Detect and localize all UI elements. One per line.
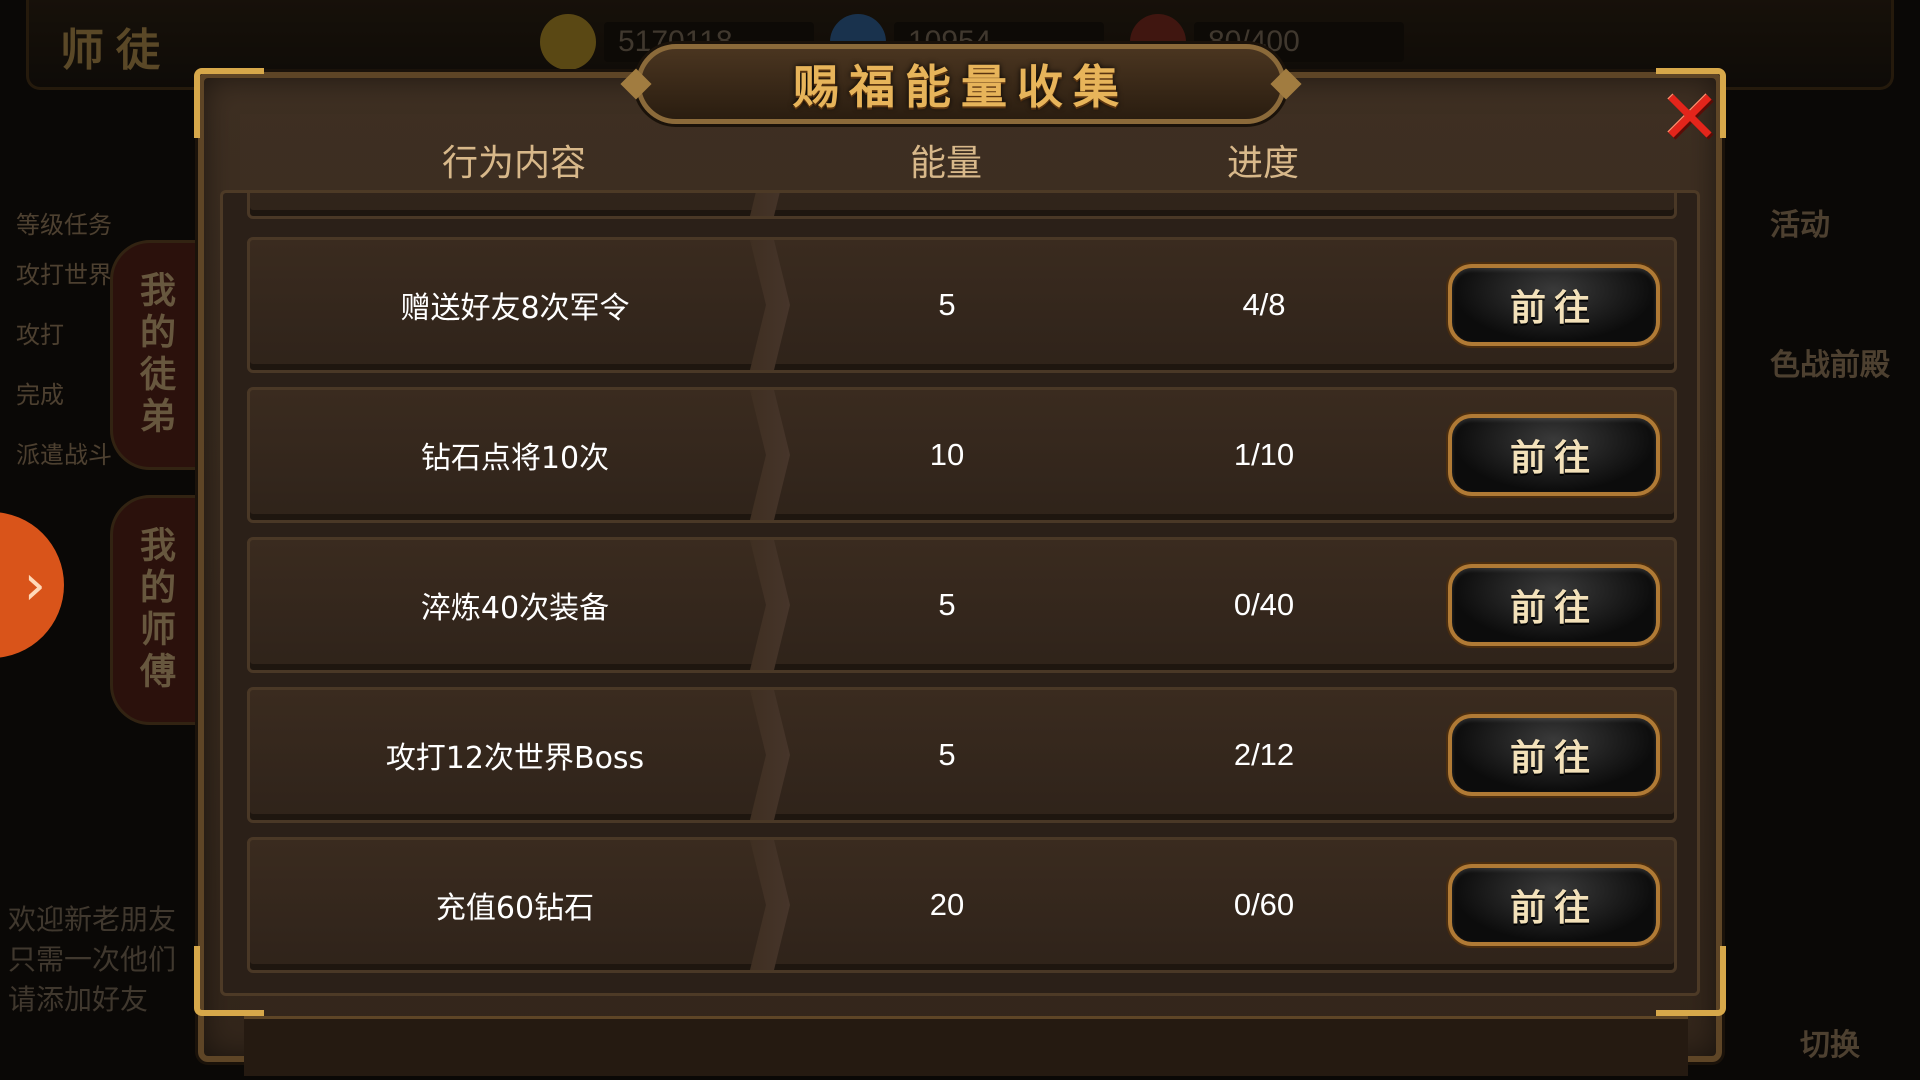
row-progress: 0/60 bbox=[1233, 887, 1295, 922]
column-header-energy: 能量 bbox=[909, 143, 983, 184]
row-energy: 5 bbox=[938, 587, 956, 622]
dialog-bottom-bar bbox=[244, 1016, 1688, 1076]
table-row: 钻石点将10次 10 1/10 前往 bbox=[247, 387, 1677, 523]
go-button-label: 前往 bbox=[1509, 587, 1598, 629]
row-divider bbox=[750, 690, 790, 820]
task-list[interactable]: 赠送好友8次军令 5 4/8 前往 钻石点将10次 10 1/10 前往 淬炼4… bbox=[220, 190, 1700, 996]
go-button[interactable]: 前往 bbox=[1448, 714, 1660, 796]
chat-line: 欢迎新老朋友 bbox=[8, 903, 177, 936]
bg-left-line: 攻打世界 bbox=[16, 261, 112, 289]
chat-line: 只需一次他们 bbox=[8, 943, 177, 976]
go-button[interactable]: 前往 bbox=[1448, 864, 1660, 946]
table-header: 行为内容 能量 进度 bbox=[204, 134, 1716, 196]
tab-my-disciple[interactable]: 我的徒弟 bbox=[110, 240, 200, 470]
row-action: 赠送好友8次军令 bbox=[400, 291, 630, 326]
go-button-label: 前往 bbox=[1509, 737, 1598, 779]
row-divider bbox=[750, 240, 790, 370]
table-row: 淬炼40次装备 5 0/40 前往 bbox=[247, 537, 1677, 673]
gold-coin-icon bbox=[540, 14, 596, 70]
bg-right-label: 活动 bbox=[1770, 208, 1830, 243]
row-action: 充值60钻石 bbox=[435, 891, 595, 926]
bg-right-label: 色战前殿 bbox=[1770, 348, 1890, 383]
dialog-title-plate: 赐福能量收集 bbox=[636, 44, 1286, 124]
background-title: 师徒 bbox=[60, 25, 172, 76]
dialog-title: 赐福能量收集 bbox=[793, 60, 1129, 114]
row-divider bbox=[750, 840, 790, 970]
bg-left-line: 派遣战斗 bbox=[16, 441, 112, 469]
go-button[interactable]: 前往 bbox=[1448, 564, 1660, 646]
table-row-partial bbox=[247, 193, 1677, 219]
bg-left-line: 攻打 bbox=[16, 321, 64, 349]
tab-my-master[interactable]: 我的师傅 bbox=[110, 495, 200, 725]
row-action: 钻石点将10次 bbox=[420, 441, 610, 476]
frame-corner bbox=[194, 68, 264, 138]
go-button[interactable]: 前往 bbox=[1448, 264, 1660, 346]
row-divider bbox=[750, 540, 790, 670]
chat-line: 请添加好友 bbox=[8, 983, 149, 1016]
blessing-energy-dialog: 赐福能量收集 ✕ 行为内容 能量 进度 赠送好友8次军令 5 4/8 前往 钻石… bbox=[194, 44, 1726, 1076]
row-energy: 5 bbox=[938, 737, 956, 772]
go-button[interactable]: 前往 bbox=[1448, 414, 1660, 496]
table-row: 充值60钻石 20 0/60 前往 bbox=[247, 837, 1677, 973]
row-divider bbox=[750, 390, 790, 520]
table-row: 攻打12次世界Boss 5 2/12 前往 bbox=[247, 687, 1677, 823]
row-progress: 1/10 bbox=[1233, 437, 1295, 472]
row-progress: 0/40 bbox=[1233, 587, 1295, 622]
go-button-label: 前往 bbox=[1509, 437, 1598, 479]
column-header-action: 行为内容 bbox=[441, 143, 587, 184]
row-energy: 20 bbox=[929, 887, 965, 922]
table-row: 赠送好友8次军令 5 4/8 前往 bbox=[247, 237, 1677, 373]
bg-right-label: 切换 bbox=[1800, 1028, 1860, 1063]
column-header-progress: 进度 bbox=[1226, 143, 1300, 184]
chevron-right-icon: › bbox=[23, 552, 46, 618]
row-progress: 4/8 bbox=[1242, 287, 1286, 322]
row-action: 淬炼40次装备 bbox=[420, 591, 610, 626]
row-progress: 2/12 bbox=[1233, 737, 1295, 772]
bg-left-line: 完成 bbox=[16, 381, 64, 409]
chat-panel: 欢迎新老朋友 只需一次他们 请添加好友 bbox=[8, 900, 208, 1060]
bg-left-line: 等级任务 bbox=[16, 211, 112, 239]
row-energy: 10 bbox=[929, 437, 965, 472]
go-button-label: 前往 bbox=[1509, 287, 1598, 329]
row-action: 攻打12次世界Boss bbox=[385, 741, 645, 776]
row-energy: 5 bbox=[938, 287, 956, 322]
go-button-label: 前往 bbox=[1509, 887, 1598, 929]
